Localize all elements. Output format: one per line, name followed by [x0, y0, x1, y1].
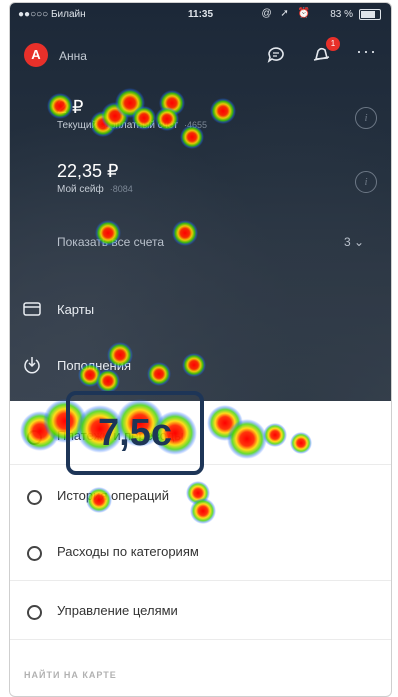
menu-item-label: Карты [57, 302, 95, 317]
account-mask: ·8084 [109, 184, 133, 194]
download-icon [24, 357, 40, 374]
menu-item-cards[interactable]: Карты [10, 295, 391, 325]
dwell-time-label: 7,5с [66, 391, 204, 475]
more-icon[interactable]: ··· [356, 41, 377, 62]
account-current[interactable]: 2 ₽ Текущий зарплатный счёт ·4655 [57, 97, 207, 131]
account-safe[interactable]: 22,35 ₽ Мой сейф ·8084 [57, 161, 133, 195]
info-icon[interactable]: i [355, 171, 377, 193]
show-all-accounts-link[interactable]: Показать все счета [57, 235, 164, 249]
list-item-label: Управление целями [57, 603, 178, 618]
phone-frame: ●●○○○ Билайн 11:35 @ ➚ ⏰ 83 % А Анна 1 ·… [9, 2, 392, 697]
status-icons: @ ➚ ⏰ [261, 8, 313, 19]
app-header: А Анна 1 ··· [10, 37, 391, 73]
radio-icon [27, 490, 42, 505]
clock: 11:35 [188, 9, 214, 20]
account-mask: ·4655 [183, 120, 207, 130]
section-title-map: НАЙТИ НА КАРТЕ [24, 670, 117, 680]
chat-icon[interactable] [266, 44, 286, 64]
list-item-history[interactable]: История операций [10, 468, 391, 525]
menu-item-topups[interactable]: Пополнения [10, 351, 391, 381]
battery-percent: 83 % [330, 9, 353, 20]
account-name: Текущий зарплатный счёт [57, 120, 178, 131]
list-item-categories[interactable]: Расходы по категориям [10, 524, 391, 581]
list-item-label: Расходы по категориям [57, 544, 199, 559]
list-item-label: История операций [57, 488, 169, 503]
account-balance: 2 ₽ [57, 97, 84, 117]
card-icon [23, 302, 41, 316]
radio-icon [27, 546, 42, 561]
battery-icon [359, 9, 381, 20]
list-item-goals[interactable]: Управление целями [10, 583, 391, 640]
status-bar: ●●○○○ Билайн 11:35 @ ➚ ⏰ 83 % [10, 3, 391, 25]
avatar[interactable]: А [24, 43, 48, 67]
menu-item-label: Пополнения [57, 358, 132, 373]
account-balance: 22,35 ₽ [57, 161, 119, 181]
accounts-count[interactable]: 3 ⌄ [344, 235, 364, 249]
user-name[interactable]: Анна [59, 49, 87, 63]
account-name: Мой сейф [57, 184, 104, 195]
radio-icon [27, 605, 42, 620]
carrier-label: ●●○○○ Билайн [18, 9, 86, 20]
notification-badge: 1 [326, 37, 340, 51]
info-icon[interactable]: i [355, 107, 377, 129]
account-summary-panel: ●●○○○ Билайн 11:35 @ ➚ ⏰ 83 % А Анна 1 ·… [10, 3, 391, 401]
radio-icon [27, 430, 42, 445]
